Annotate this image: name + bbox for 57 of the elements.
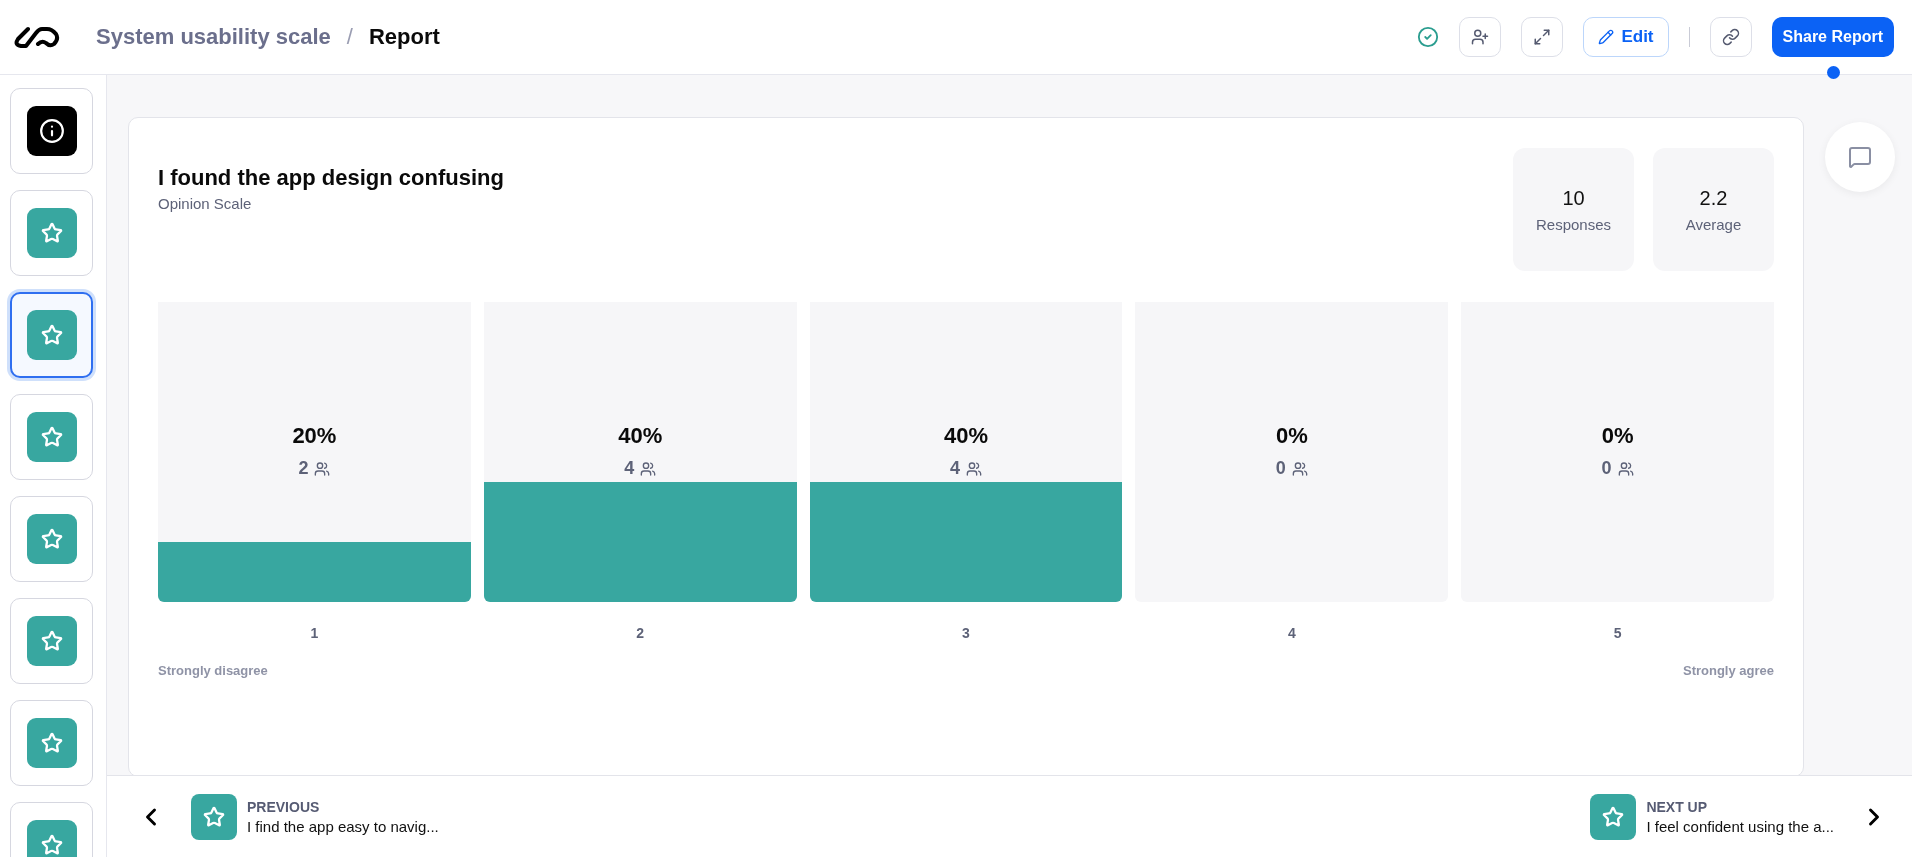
percent-value: 40% <box>618 423 663 449</box>
people-icon <box>1617 460 1634 477</box>
response-count: 0 <box>1601 458 1612 479</box>
logo-icon <box>14 25 60 49</box>
edit-button[interactable]: Edit <box>1583 17 1669 57</box>
stat-label: Responses <box>1535 215 1611 233</box>
response-count: 4 <box>950 458 960 479</box>
breadcrumb-separator: / <box>346 24 353 50</box>
question-title: I found the app design confusing <box>158 165 504 191</box>
comment-icon <box>1848 145 1872 169</box>
percent-value: 0% <box>1601 423 1634 449</box>
people-icon <box>314 460 331 477</box>
pencil-icon <box>1598 29 1615 45</box>
star-icon <box>40 732 63 754</box>
previous-question-link[interactable]: I find the app easy to navig... <box>247 817 439 835</box>
option-label: 5 <box>1613 625 1622 641</box>
info-icon <box>38 118 65 144</box>
question-type: Opinion Scale <box>158 195 253 212</box>
response-count: 2 <box>298 458 309 479</box>
stat-value: 10 <box>1562 186 1585 210</box>
add-person-icon <box>1471 28 1490 46</box>
response-count: 4 <box>624 458 635 479</box>
nav-heading: PREVIOUS <box>247 798 321 815</box>
next-question-link[interactable]: I feel confident using the a... <box>1646 817 1834 835</box>
link-icon <box>1721 28 1740 46</box>
people-icon <box>1291 460 1308 477</box>
share-report-button[interactable]: Share Report <box>1771 17 1894 57</box>
stat-value: 2.2 <box>1699 186 1728 210</box>
nav-heading: NEXT UP <box>1646 798 1709 815</box>
star-icon <box>40 426 63 448</box>
option-label: 4 <box>1287 625 1296 641</box>
star-icon <box>1602 805 1625 828</box>
option-label: 2 <box>636 625 645 641</box>
star-icon <box>203 805 225 828</box>
percent-value: 0% <box>1275 423 1308 449</box>
star-icon <box>40 324 63 346</box>
option-label: 1 <box>310 625 319 641</box>
percent-value: 20% <box>292 423 337 449</box>
link-button[interactable] <box>1709 17 1752 57</box>
stat-label: Average <box>1685 215 1742 233</box>
star-icon <box>40 222 63 244</box>
expand-icon <box>1533 28 1552 46</box>
add-person-button[interactable] <box>1459 17 1502 57</box>
response-count: 0 <box>1275 458 1286 479</box>
question-thumbnail[interactable] <box>10 292 93 378</box>
scale-max-label: Strongly agree <box>1682 663 1774 678</box>
people-icon <box>966 460 982 477</box>
star-icon <box>40 528 63 550</box>
people-icon <box>640 460 657 477</box>
star-icon <box>40 630 63 652</box>
page-title: Report <box>368 24 440 50</box>
expand-button[interactable] <box>1521 17 1564 57</box>
scale-min-label: Strongly disagree <box>158 663 268 678</box>
star-icon <box>40 834 63 856</box>
percent-value: 40% <box>943 423 988 449</box>
option-label: 3 <box>962 625 970 641</box>
breadcrumb-link[interactable]: System usability scale <box>96 24 331 50</box>
